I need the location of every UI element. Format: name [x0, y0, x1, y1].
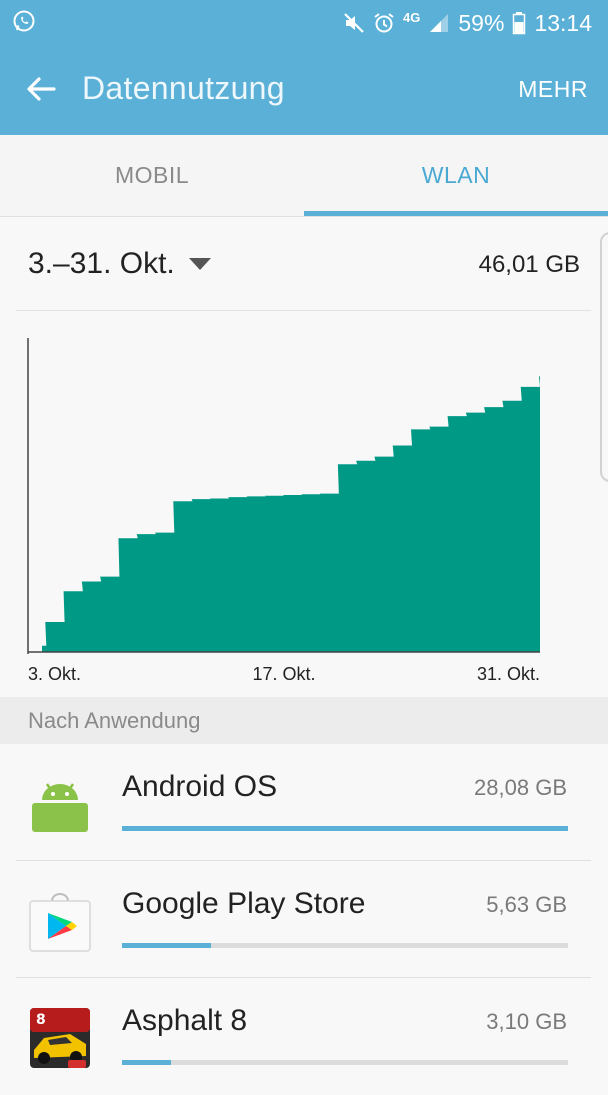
usage-bar-fill	[122, 943, 211, 948]
x-tick-label: 3. Okt.	[28, 664, 81, 684]
app-row-android-os[interactable]: Android OS 28,08 GB	[0, 744, 608, 861]
tab-selected-indicator	[304, 211, 608, 216]
mute-icon	[343, 12, 365, 34]
alarm-icon	[373, 12, 395, 34]
page-title: Datennutzung	[82, 70, 285, 107]
app-name: Google Play Store	[122, 887, 365, 921]
date-range-bar: 3.–31. Okt. 46,01 GB	[0, 217, 608, 311]
battery-percent: 59%	[458, 10, 504, 37]
tab-label: WLAN	[422, 162, 490, 189]
arrow-back-icon[interactable]	[24, 72, 58, 106]
usage-bar	[122, 943, 568, 948]
app-usage: 5,63 GB	[486, 892, 567, 918]
svg-text:8: 8	[36, 1012, 46, 1028]
usage-chart[interactable]: 3. Okt. 17. Okt. 31. Okt.	[0, 320, 608, 690]
app-bar: Datennutzung MEHR	[0, 46, 608, 135]
network-type: 4G	[403, 10, 420, 25]
app-row-asphalt-8[interactable]: 8 Asphalt 8 3,10 GB	[0, 978, 608, 1095]
usage-bar	[122, 826, 568, 831]
app-name: Android OS	[122, 770, 277, 804]
section-header: Nach Anwendung	[0, 697, 608, 744]
battery-icon	[512, 11, 526, 35]
date-range-label: 3.–31. Okt.	[28, 247, 175, 281]
tab-wlan[interactable]: WLAN	[304, 135, 608, 216]
usage-bar-fill	[122, 826, 568, 831]
section-title: Nach Anwendung	[28, 708, 200, 734]
tab-bar: MOBIL WLAN	[0, 135, 608, 217]
dropdown-arrow-icon	[189, 258, 211, 270]
app-row-google-play-store[interactable]: Google Play Store 5,63 GB	[0, 861, 608, 978]
app-usage: 3,10 GB	[486, 1009, 567, 1035]
app-usage: 28,08 GB	[474, 775, 567, 801]
usage-area-series	[42, 376, 540, 652]
signal-icon	[428, 12, 450, 34]
whatsapp-icon	[12, 9, 36, 33]
app-name: Asphalt 8	[122, 1004, 247, 1038]
divider	[16, 310, 591, 311]
android-icon	[28, 772, 92, 836]
play-store-icon	[28, 889, 92, 953]
total-usage: 46,01 GB	[479, 251, 580, 279]
clock: 13:14	[534, 10, 592, 37]
tab-label: MOBIL	[115, 162, 189, 189]
asphalt-8-icon: 8	[28, 1006, 92, 1070]
tab-mobil[interactable]: MOBIL	[0, 135, 304, 216]
x-tick-label: 17. Okt.	[252, 664, 315, 684]
x-tick-label: 31. Okt.	[477, 664, 540, 684]
usage-bar-fill	[122, 1060, 171, 1065]
status-bar: 4G 59% 13:14	[0, 0, 608, 46]
usage-bar	[122, 1060, 568, 1065]
more-button[interactable]: MEHR	[518, 76, 588, 103]
date-range-dropdown[interactable]: 3.–31. Okt.	[28, 247, 211, 281]
